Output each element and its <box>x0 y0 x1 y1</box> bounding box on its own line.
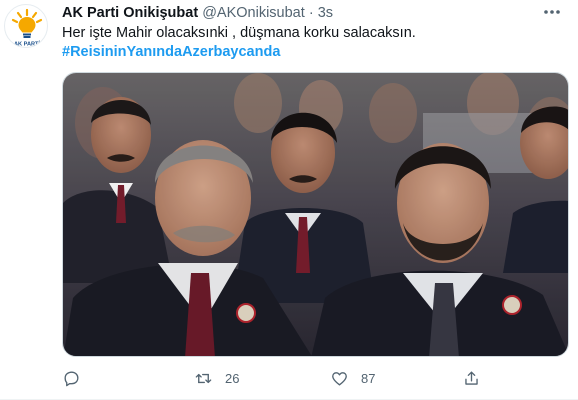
tweet-card[interactable]: AK PARTİ AK Parti Onikişubat @AKOnikisub… <box>0 0 578 400</box>
tweet-photo[interactable] <box>62 72 569 357</box>
retweet-count: 26 <box>225 370 240 386</box>
share-icon <box>465 370 478 385</box>
more-options-button[interactable] <box>540 2 564 22</box>
user-handle[interactable]: @AKOnikisubat <box>202 5 305 21</box>
tweet-body: Her işte Mahir olacaksınki , düşmana kor… <box>62 25 416 41</box>
reply-icon <box>64 370 79 386</box>
display-name[interactable]: AK Parti Onikişubat <box>62 5 198 21</box>
retweet-button[interactable]: 26 <box>194 366 239 390</box>
like-icon <box>332 371 347 386</box>
avatar-caption: AK PARTİ <box>14 41 40 48</box>
photo-illustration <box>63 73 568 356</box>
like-button[interactable]: 87 <box>330 366 375 390</box>
action-bar: 26 87 <box>62 366 522 390</box>
timestamp[interactable]: 3s <box>318 5 333 21</box>
profile-avatar[interactable]: AK PARTİ <box>4 4 48 48</box>
separator-dot: · <box>308 5 314 21</box>
share-button[interactable] <box>462 366 481 390</box>
like-count: 87 <box>361 370 376 386</box>
retweet-icon <box>195 373 212 383</box>
ak-parti-logo: AK PARTİ <box>11 8 43 48</box>
reply-button[interactable] <box>62 366 93 390</box>
hashtag-link[interactable]: #ReisininYanındaAzerbaycanda <box>62 43 562 62</box>
tweet-text: Her işte Mahir olacaksınki , düşmana kor… <box>62 24 562 62</box>
more-horizontal-icon <box>544 10 560 14</box>
tweet-header: AK Parti Onikişubat @AKOnikisubat · 3s <box>62 4 538 22</box>
